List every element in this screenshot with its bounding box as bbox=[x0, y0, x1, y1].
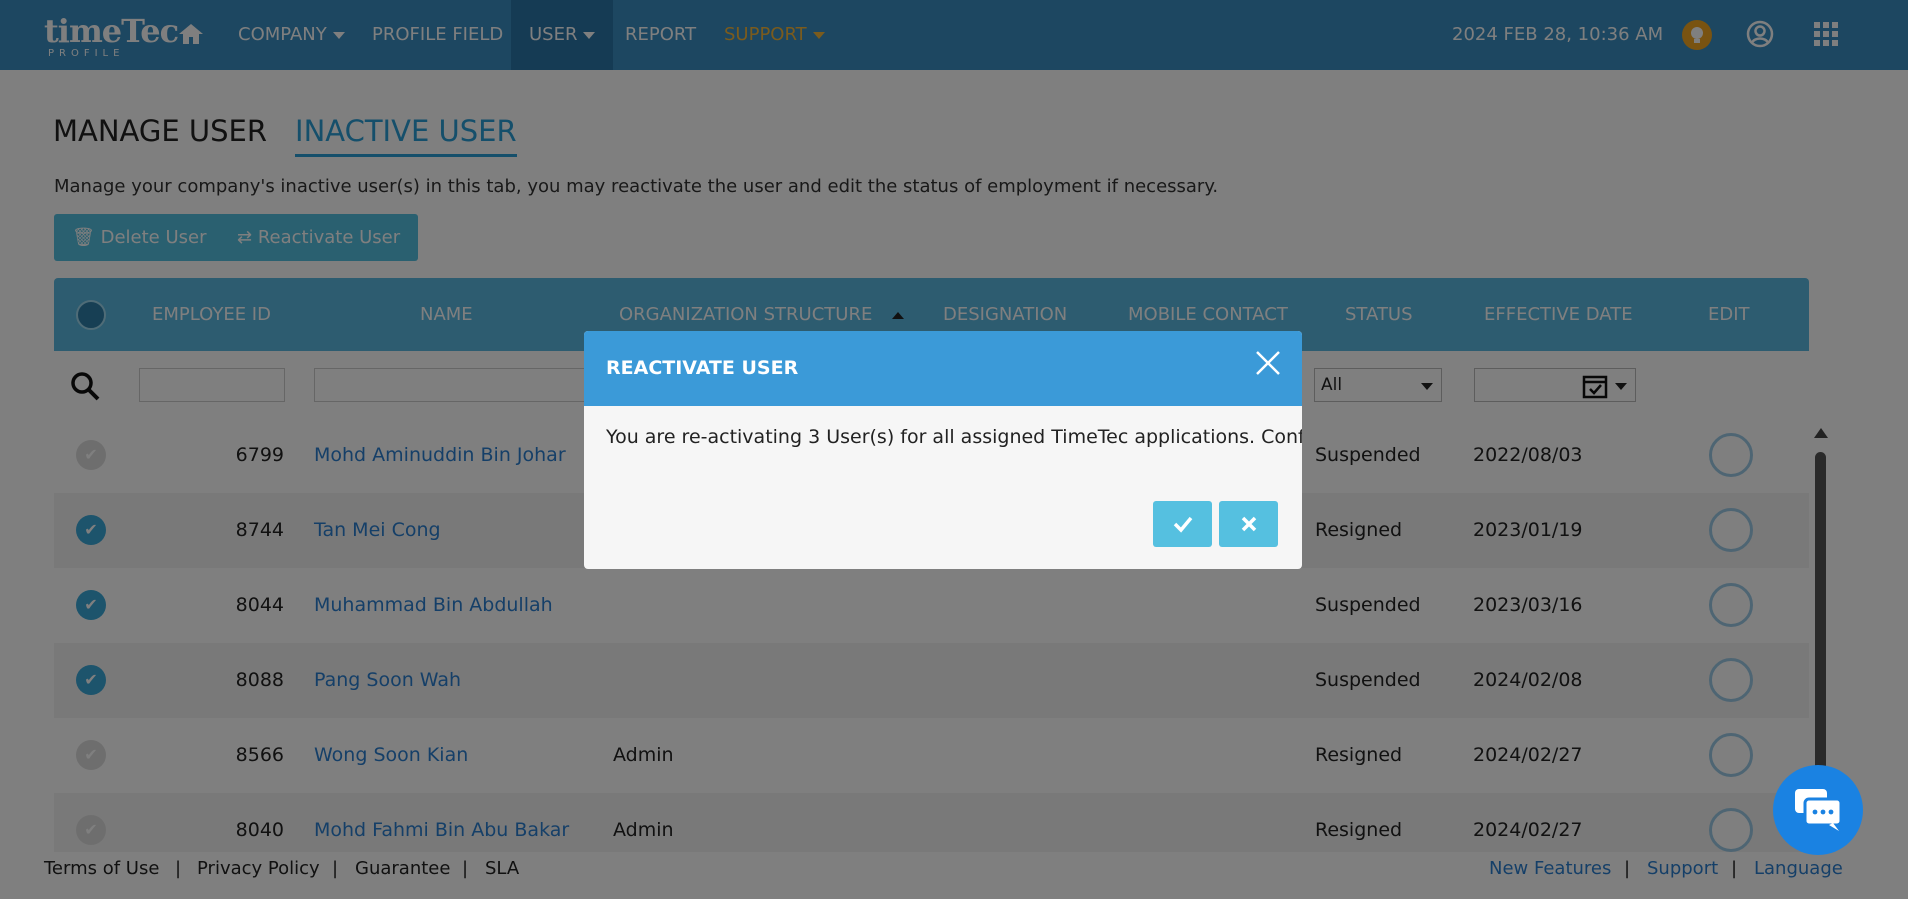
confirm-button[interactable] bbox=[1153, 501, 1212, 547]
reactivate-user-dialog: REACTIVATE USER You are re-activating 3 … bbox=[584, 331, 1302, 569]
x-icon bbox=[1241, 516, 1256, 532]
live-chat-button[interactable] bbox=[1773, 765, 1863, 855]
check-icon bbox=[1173, 516, 1192, 533]
dialog-message: You are re-activating 3 User(s) for all … bbox=[606, 426, 1302, 448]
close-icon[interactable] bbox=[1254, 349, 1282, 377]
dialog-title: REACTIVATE USER bbox=[606, 357, 799, 379]
chat-bubble-icon bbox=[1795, 789, 1843, 831]
cancel-button[interactable] bbox=[1219, 501, 1278, 547]
dialog-header: REACTIVATE USER bbox=[584, 331, 1302, 406]
